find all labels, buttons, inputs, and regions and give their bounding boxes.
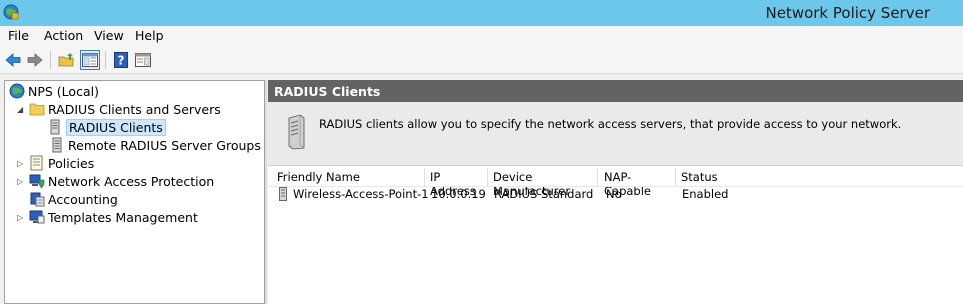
- column-header-device-manufacturer[interactable]: Device Manufacturer: [490, 168, 598, 198]
- show-hide-console-tree-icon: [82, 53, 98, 67]
- nps-globe-icon: [9, 83, 25, 99]
- policies-icon: [30, 155, 43, 171]
- server-group-icon: [52, 137, 62, 153]
- tree-label: Remote RADIUS Server Groups: [68, 137, 261, 153]
- cell-status: Enabled: [682, 187, 729, 201]
- show-hide-action-pane-button[interactable]: [133, 50, 153, 70]
- details-pane: RADIUS Clients RADIUS clients allow you …: [268, 80, 963, 304]
- expand-arrow-icon[interactable]: ▷: [17, 213, 23, 222]
- menu-file[interactable]: File: [8, 28, 29, 43]
- tree-label: RADIUS Clients: [66, 118, 166, 136]
- expand-arrow-icon[interactable]: ▷: [17, 177, 23, 186]
- title-bar: Network Policy Server: [0, 0, 963, 26]
- show-hide-action-pane-icon: [135, 53, 151, 67]
- toolbar: ?: [0, 46, 963, 74]
- toolbar-separator: [105, 51, 106, 69]
- back-icon: [5, 53, 21, 67]
- pane-description: RADIUS clients allow you to specify the …: [319, 117, 902, 131]
- up-folder-icon: [58, 53, 74, 67]
- help-button[interactable]: ?: [111, 50, 131, 70]
- network-access-protection-icon: [29, 174, 45, 189]
- tree-item-radius-clients[interactable]: RADIUS Clients: [47, 118, 166, 136]
- radius-client-icon: [279, 187, 287, 201]
- radius-clients-list: Friendly Name IP Address Device Manufact…: [268, 166, 963, 304]
- tree-item-nps-local[interactable]: NPS (Local): [9, 82, 99, 100]
- show-hide-console-tree-button[interactable]: [80, 50, 100, 70]
- server-icon: [50, 119, 60, 135]
- pane-title: RADIUS Clients: [268, 80, 963, 102]
- radius-server-icon: [288, 114, 305, 150]
- toolbar-separator: [50, 51, 51, 69]
- tree-item-policies[interactable]: Policies: [29, 154, 94, 172]
- expand-arrow-icon[interactable]: ▷: [17, 159, 23, 168]
- accounting-icon: [30, 192, 45, 207]
- cell-nap-capable: No: [606, 187, 622, 201]
- pane-splitter[interactable]: [265, 80, 267, 304]
- cell-ip-address: 10.0.0.19: [431, 187, 486, 201]
- back-button[interactable]: [3, 50, 23, 70]
- column-header-ip-address[interactable]: IP Address: [427, 168, 488, 198]
- nps-app-icon[interactable]: [3, 4, 19, 20]
- tree-item-remote-radius-server-groups[interactable]: Remote RADIUS Server Groups: [49, 136, 261, 154]
- tree-item-radius-clients-and-servers[interactable]: RADIUS Clients and Servers: [29, 100, 221, 118]
- tree-item-network-access-protection[interactable]: Network Access Protection: [29, 172, 214, 190]
- tree-label: Network Access Protection: [48, 173, 215, 189]
- description-panel: RADIUS clients allow you to specify the …: [268, 102, 963, 166]
- window-title: Network Policy Server: [765, 4, 930, 22]
- collapse-arrow-icon[interactable]: ◢: [17, 105, 23, 114]
- cell-device-manufacturer: RADIUS Standard: [494, 187, 594, 201]
- menu-view[interactable]: View: [94, 28, 124, 43]
- menu-bar: File Action View Help: [0, 26, 963, 46]
- cell-friendly-name: Wireless-Access-Point-1: [293, 187, 429, 201]
- tree-label: RADIUS Clients and Servers: [48, 101, 221, 117]
- column-header-nap-capable[interactable]: NAP-Capable: [601, 168, 676, 198]
- up-one-level-button[interactable]: [56, 50, 76, 70]
- tree-label: Accounting: [48, 191, 118, 207]
- console-tree: NPS (Local) ◢ RADIUS Clients and Servers…: [4, 80, 265, 304]
- forward-icon: [27, 53, 43, 67]
- folder-icon: [29, 103, 45, 116]
- column-header-status[interactable]: Status: [678, 168, 738, 186]
- tree-label: Policies: [48, 155, 95, 171]
- tree-item-accounting[interactable]: Accounting: [29, 190, 118, 208]
- help-icon: ?: [114, 52, 128, 68]
- tree-label: Templates Management: [48, 209, 198, 225]
- tree-item-templates-management[interactable]: Templates Management: [29, 208, 198, 226]
- forward-button[interactable]: [25, 50, 45, 70]
- templates-management-icon: [29, 210, 45, 224]
- column-header-friendly-name[interactable]: Friendly Name: [274, 168, 425, 186]
- menu-action[interactable]: Action: [44, 28, 83, 43]
- tree-label: NPS (Local): [28, 83, 99, 99]
- menu-help[interactable]: Help: [135, 28, 164, 43]
- svg-text:?: ?: [118, 54, 125, 68]
